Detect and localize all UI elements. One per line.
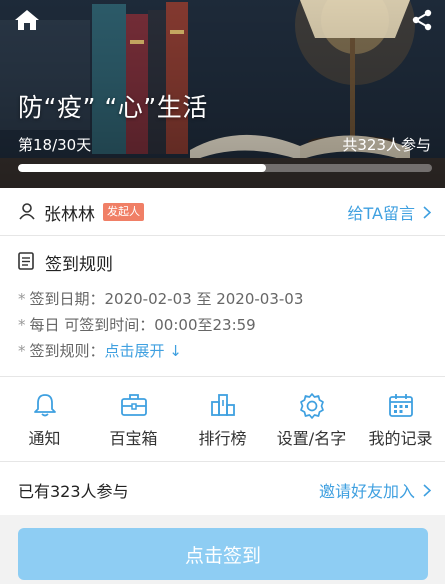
toolbox-button[interactable]: 百宝箱	[89, 377, 178, 461]
participants-row: 已有323人参与 邀请好友加入	[0, 462, 445, 515]
leave-message-link[interactable]: 给TA留言	[348, 200, 431, 224]
rules-title: 签到规则	[45, 255, 113, 275]
rule-bullet: *	[18, 290, 26, 308]
expand-rules-link[interactable]: 点击展开 ↓	[105, 342, 182, 360]
function-label: 设置/名字	[276, 429, 347, 448]
participants-count: 共323人参与	[342, 136, 431, 154]
my-records-button[interactable]: 我的记录	[356, 377, 445, 461]
document-icon	[18, 252, 34, 270]
ranking-icon	[210, 394, 235, 416]
day-progress-text: 第18/30天	[18, 136, 92, 154]
settings-button[interactable]: 设置/名字	[267, 377, 356, 461]
function-label: 我的记录	[368, 429, 433, 448]
user-icon	[19, 203, 35, 220]
progress-bar	[18, 164, 432, 172]
page-title: 防“疫” “心”生活	[18, 93, 208, 122]
calendar-icon	[388, 394, 413, 417]
function-grid: 通知 百宝箱 排行榜 设置/名字 我的记录	[0, 377, 445, 461]
rule-date: * 签到日期：2020-02-03 至 2020-03-03	[18, 290, 304, 308]
hero-banner: 防“疫” “心”生活 第18/30天 共323人参与	[0, 0, 445, 188]
function-label: 百宝箱	[109, 429, 158, 448]
progress-bar-fill	[18, 164, 267, 172]
checkin-button[interactable]: 点击签到	[18, 528, 428, 580]
toolbox-icon	[120, 394, 147, 416]
organizer-name: 张林林	[44, 205, 95, 225]
rule-bullet: *	[18, 342, 26, 360]
invite-friends-link[interactable]: 邀请好友加入	[319, 478, 431, 502]
chevron-right-icon	[423, 483, 431, 497]
notify-button[interactable]: 通知	[0, 377, 89, 461]
rule-bullet: *	[18, 316, 26, 334]
share-icon[interactable]	[410, 8, 434, 32]
function-label: 排行榜	[198, 429, 247, 448]
invite-friends-label: 邀请好友加入	[318, 482, 415, 501]
chevron-right-icon	[423, 205, 431, 219]
organizer-row: 张林林 发起人 给TA留言	[0, 188, 445, 235]
bell-icon	[33, 394, 56, 417]
home-icon[interactable]	[14, 8, 40, 32]
rule-time: * 每日 可签到时间：00:00至23:59	[18, 316, 256, 334]
rules-section: 签到规则 * 签到日期：2020-02-03 至 2020-03-03 * 每日 可…	[0, 236, 445, 376]
function-label: 通知	[28, 429, 61, 448]
gear-icon	[299, 393, 324, 419]
rule-detail: * 签到规则：点击展开 ↓	[18, 342, 182, 360]
joined-count-text: 已有323人参与	[18, 482, 129, 501]
leave-message-label: 给TA留言	[347, 204, 415, 223]
organizer-badge: 发起人	[103, 203, 144, 221]
ranking-button[interactable]: 排行榜	[178, 377, 267, 461]
